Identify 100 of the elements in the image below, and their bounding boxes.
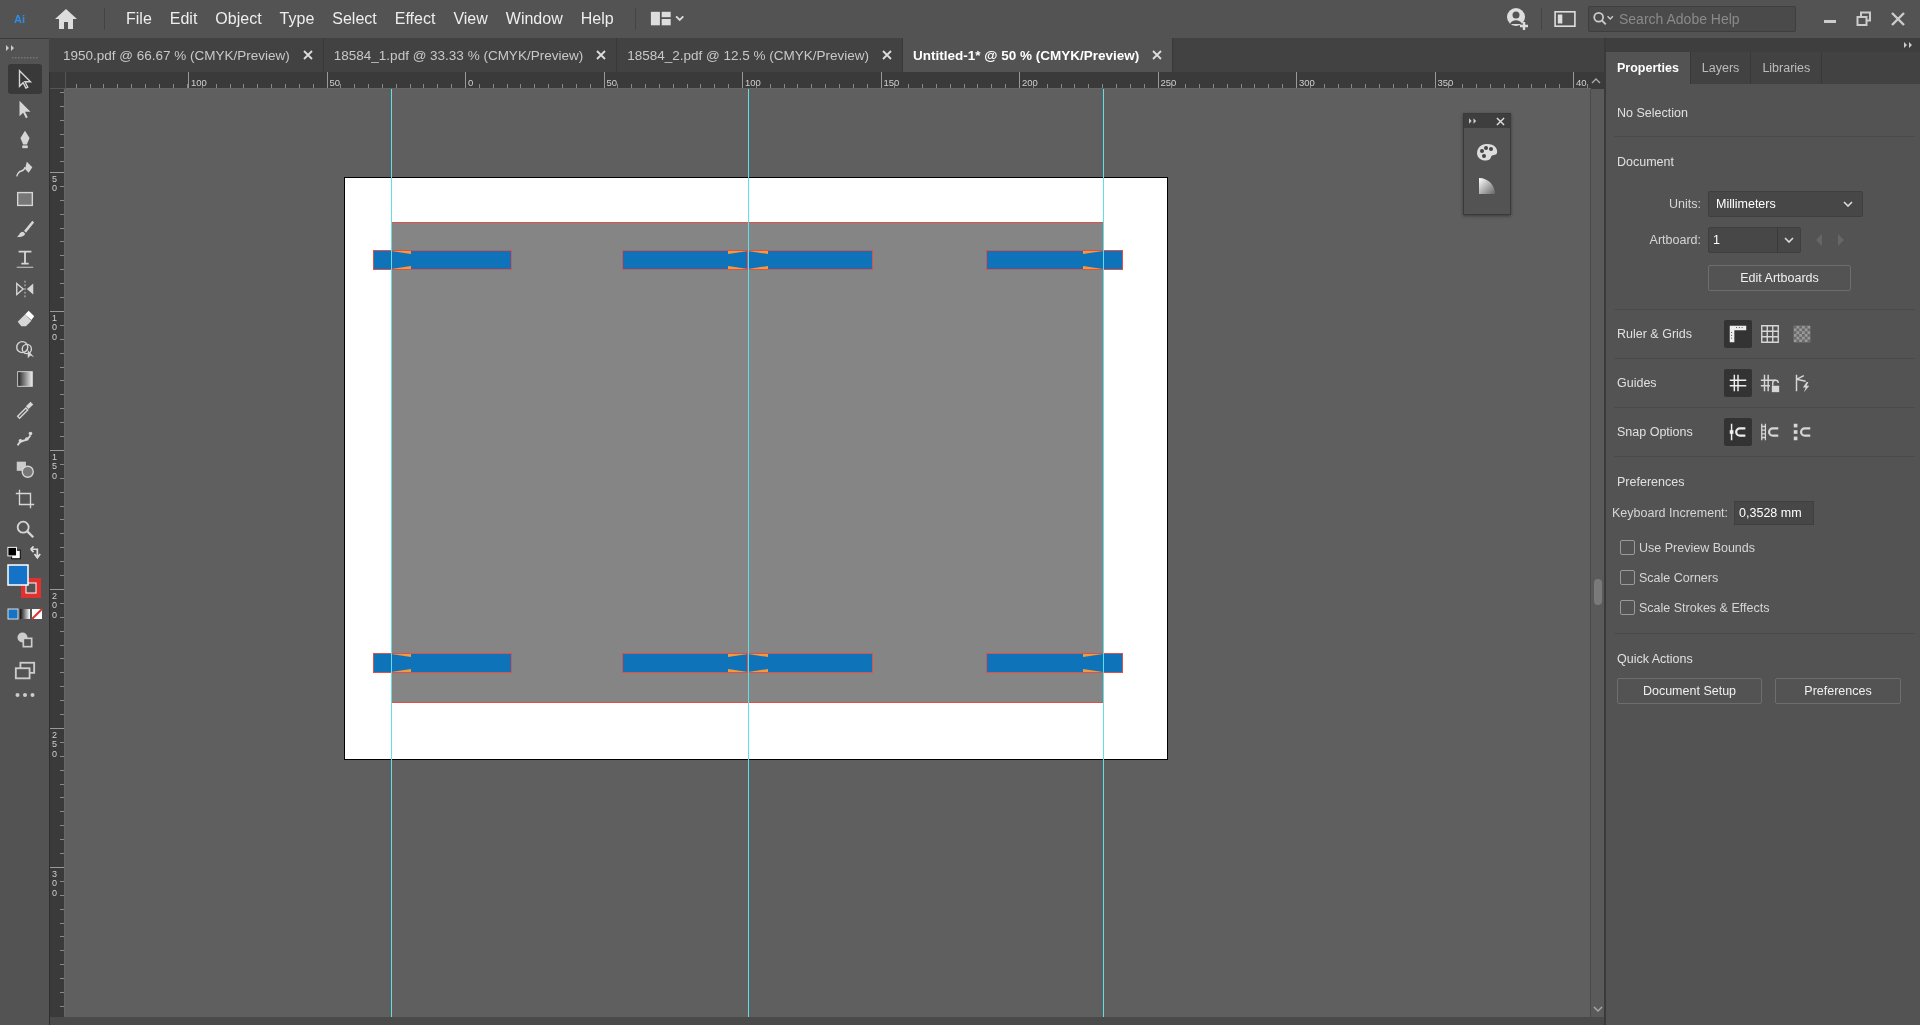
scroll-up-icon[interactable] (1591, 78, 1601, 84)
expand-icon[interactable] (1469, 118, 1478, 124)
fill-stroke-swatch-icon[interactable] (6, 564, 43, 600)
ruler-label: 40 (1576, 77, 1587, 88)
edit-artboards-button[interactable]: Edit Artboards (1708, 265, 1851, 291)
artboard-dropdown[interactable]: 1 (1708, 227, 1801, 253)
snap-pixel-icon (1791, 421, 1813, 443)
ruler-label: 50 (606, 77, 618, 88)
more-icon[interactable] (14, 692, 35, 698)
field-label: Keyboard Increment: (1612, 506, 1729, 520)
panel-tab[interactable]: Layers (1690, 52, 1752, 84)
menu-item[interactable]: Window (496, 10, 572, 28)
close-icon[interactable] (596, 50, 607, 60)
user-add-icon[interactable] (1505, 7, 1529, 31)
gradient-swatch-icon[interactable] (1477, 176, 1497, 196)
palette-icon[interactable] (1475, 142, 1499, 162)
chevron-icon (1843, 201, 1853, 207)
ruler-label: 150 (883, 77, 900, 88)
ruler-label: 300 (1299, 77, 1315, 88)
close-icon[interactable] (881, 50, 892, 60)
menu-item[interactable]: Help (571, 10, 623, 28)
checkbox[interactable] (1620, 570, 1635, 585)
chevron-icon (1784, 237, 1794, 243)
ruler-label: 100 (745, 77, 761, 88)
ruler-label: 100 (191, 77, 207, 88)
checkbox-label[interactable]: Use Preview Bounds (1639, 540, 1756, 555)
close-icon[interactable] (1496, 116, 1505, 126)
color-mode-icon[interactable] (6, 608, 43, 620)
restore-icon[interactable] (1856, 11, 1872, 27)
ruler-label: 350 (1437, 77, 1454, 88)
toggle-button[interactable] (1724, 369, 1752, 397)
ruler-label: 50 (329, 77, 341, 88)
menu-item[interactable]: File (117, 10, 161, 28)
field-label: Artboard: (1648, 233, 1702, 247)
tool-button[interactable] (7, 64, 42, 94)
screen-mode-icon[interactable] (13, 660, 36, 682)
ruler-label: 50 (52, 175, 58, 194)
checkbox[interactable] (1620, 600, 1635, 615)
tab-title[interactable]: 18584_2.pdf @ 12.5 % (CMYK/Preview) (627, 47, 869, 63)
tab-title[interactable]: 1950.pdf @ 66.67 % (CMYK/Preview) (63, 47, 290, 63)
section-heading: Preferences (1617, 475, 1686, 489)
arrange-documents-icon[interactable] (1554, 10, 1576, 28)
section-heading: Document (1617, 155, 1675, 169)
guides-icon (1727, 372, 1749, 394)
ruler-label: 250 (1160, 77, 1177, 88)
grip-icon[interactable] (11, 57, 38, 60)
default-colors-swap-icon[interactable] (5, 546, 44, 562)
toggle-button[interactable] (1724, 418, 1752, 446)
menu-item[interactable]: Edit (160, 10, 207, 28)
quick-action-button[interactable]: Preferences (1775, 678, 1901, 704)
close-icon[interactable] (302, 50, 313, 60)
document-tab[interactable]: Untitled-1* @ 50 % (CMYK/Preview) (902, 38, 1174, 72)
menu-item[interactable]: View (444, 10, 497, 28)
checkbox-label[interactable]: Scale Strokes & Effects (1639, 600, 1770, 615)
panel-tab[interactable]: Libraries (1751, 52, 1823, 84)
guides-lock-icon (1759, 372, 1781, 394)
toggle-button[interactable] (1724, 320, 1752, 348)
search-icon (1592, 11, 1616, 27)
tab-title[interactable]: Untitled-1* @ 50 % (CMYK/Preview) (912, 47, 1140, 63)
scroll-down-icon[interactable] (1592, 1006, 1603, 1012)
ruler-label: 150 (52, 453, 58, 482)
section-heading: Snap Options (1617, 425, 1694, 439)
keyboard-increment-field[interactable]: 0,3528 mm (1734, 501, 1815, 525)
snap-grid-icon (1759, 421, 1781, 443)
search-field[interactable]: Search Adobe Help (1588, 6, 1796, 32)
panel-tab[interactable]: Properties (1606, 52, 1691, 84)
ruler-label: 200 (1022, 77, 1038, 88)
expand-icon[interactable] (1904, 42, 1914, 48)
crop-icon (13, 488, 36, 510)
ruler-label: 200 (52, 592, 58, 621)
menu-item[interactable]: Effect (385, 10, 445, 28)
units-dropdown[interactable]: Millimeters (1708, 191, 1863, 217)
shape-builder-icon (13, 338, 36, 360)
close-icon[interactable] (1890, 11, 1906, 27)
checkbox[interactable] (1620, 540, 1635, 555)
menu-item[interactable]: Select (323, 10, 386, 28)
ruler-label: 100 (52, 314, 58, 343)
draw-mode-icon[interactable] (14, 630, 35, 650)
ruler-label: 0 (468, 77, 474, 88)
section-heading: Guides (1617, 376, 1658, 390)
field-label: Units: (1668, 197, 1702, 211)
menu-item[interactable]: Type (270, 10, 324, 28)
expand-icon[interactable] (6, 45, 16, 51)
section-heading: Ruler & Grids (1617, 327, 1694, 341)
panel-resize-handle[interactable] (1594, 579, 1602, 605)
vertical-scrollbar[interactable] (1590, 89, 1604, 1017)
selection-status: No Selection (1617, 106, 1689, 120)
grid-icon (1759, 323, 1781, 345)
horizontal-scrollbar[interactable] (50, 1017, 1604, 1025)
quick-action-button[interactable]: Document Setup (1617, 678, 1762, 704)
ruler-label: 300 (52, 870, 58, 899)
home-icon[interactable] (54, 7, 78, 31)
section-heading: Quick Actions (1617, 652, 1694, 666)
tab-title[interactable]: 18584_1.pdf @ 33.33 % (CMYK/Preview) (333, 47, 584, 63)
app-logo: Ai (14, 13, 26, 25)
menu-item[interactable]: Object (206, 10, 271, 28)
workspace-switcher-icon[interactable] (649, 10, 686, 28)
ruler-icon (1727, 323, 1749, 345)
checkbox-label[interactable]: Scale Corners (1639, 570, 1719, 585)
close-icon[interactable] (1152, 50, 1163, 60)
